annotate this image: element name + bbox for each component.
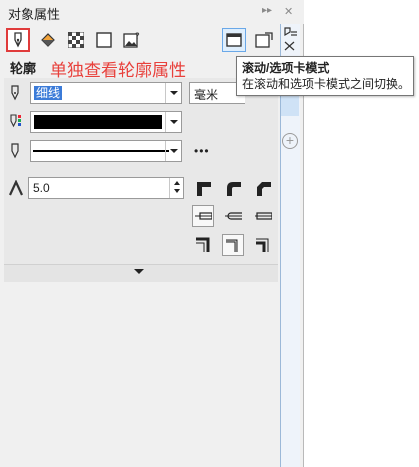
pen-color-icon [8, 113, 24, 134]
tooltip-description: 在滚动和选项卡模式之间切换。 [242, 77, 411, 91]
bevel-corner-button[interactable] [252, 177, 274, 199]
image-tab[interactable]: ? [120, 28, 144, 52]
outline-color-swatch [34, 115, 162, 129]
butt-cap-button[interactable] [192, 205, 214, 227]
list-settings-icon [284, 27, 297, 51]
unit-value: 毫米 [194, 88, 219, 102]
butt-cap-icon [195, 212, 212, 220]
spinner-arrows[interactable] [169, 178, 183, 198]
frame-tab[interactable] [92, 28, 116, 52]
miter-limit-value: 5.0 [33, 181, 50, 195]
outline-section-label: 轮廓 [10, 61, 37, 76]
outline-style-dropdown[interactable] [30, 140, 182, 162]
outline-width-dropdown[interactable]: 细线 [30, 82, 182, 104]
center-position-button[interactable] [222, 234, 244, 256]
square-cap-button[interactable] [252, 205, 274, 227]
fill-bucket-icon [41, 33, 55, 47]
more-options-button[interactable]: ••• [194, 144, 210, 158]
inside-position-icon [256, 238, 269, 252]
checkerboard-icon [68, 32, 84, 48]
chevron-down-icon[interactable] [165, 112, 181, 132]
svg-text:?: ? [135, 32, 140, 42]
chevron-down-icon[interactable] [165, 141, 181, 161]
miter-limit-icon [8, 179, 24, 199]
pen-width-icon [8, 84, 22, 105]
settings-list-button[interactable] [282, 26, 298, 55]
bevel-corner-icon [257, 182, 271, 196]
close-icon[interactable]: ✕ [284, 5, 293, 18]
outline-style-preview [33, 150, 169, 152]
fill-tab[interactable] [36, 28, 60, 52]
tooltip: 滚动/选项卡模式 在滚动和选项卡模式之间切换。 [236, 56, 414, 96]
center-position-icon [226, 239, 238, 252]
window-arrow-icon [255, 32, 273, 48]
outside-position-icon [196, 237, 210, 252]
round-cap-icon [225, 212, 242, 220]
square-icon [96, 32, 112, 48]
add-docker-icon[interactable]: + [282, 133, 298, 149]
single-view-button[interactable] [252, 28, 276, 52]
outline-color-dropdown[interactable] [30, 111, 182, 133]
docker-title: 对象属性 [8, 7, 61, 22]
round-corner-icon [227, 182, 241, 196]
miter-limit-spinner[interactable]: 5.0 [28, 177, 184, 199]
image-question-icon: ? [123, 32, 140, 48]
outline-tab[interactable] [6, 28, 30, 52]
outline-width-value[interactable]: 细线 [34, 86, 63, 100]
tooltip-title: 滚动/选项卡模式 [242, 61, 330, 75]
inside-position-button[interactable] [252, 234, 274, 256]
expand-down-icon[interactable] [134, 269, 144, 274]
window-icon [226, 33, 242, 47]
outside-position-button[interactable] [192, 234, 214, 256]
transparency-tab[interactable] [64, 28, 88, 52]
miter-corner-icon [197, 182, 211, 196]
chevron-down-icon[interactable] [165, 83, 181, 103]
pen-nib-icon [14, 32, 22, 48]
round-cap-button[interactable] [222, 205, 244, 227]
square-cap-icon [255, 212, 272, 220]
round-corner-button[interactable] [222, 177, 244, 199]
pen-style-icon [8, 142, 22, 163]
expand-icon[interactable]: ▸▸ [262, 5, 272, 16]
scroll-tab-mode-button[interactable] [222, 28, 246, 52]
miter-corner-button[interactable] [192, 177, 214, 199]
